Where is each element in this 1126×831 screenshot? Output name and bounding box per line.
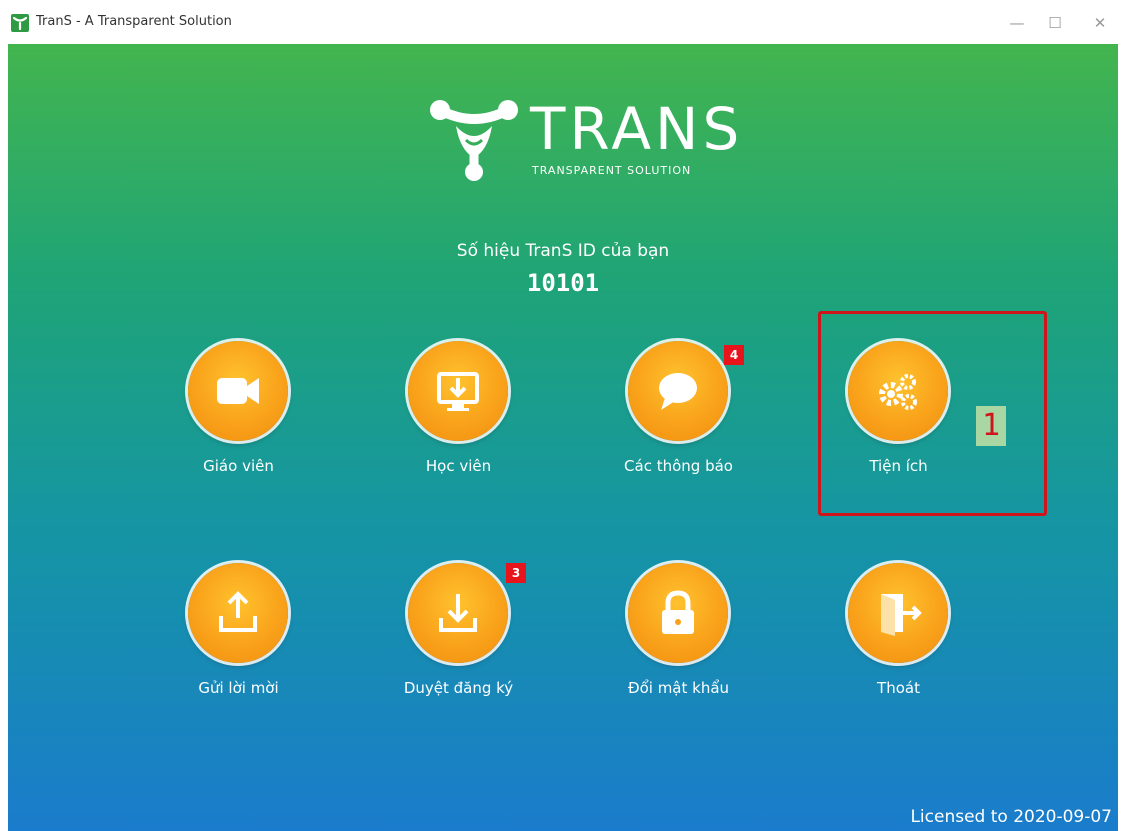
minimize-button[interactable]: —	[1002, 10, 1032, 36]
trans-logo-icon	[430, 100, 518, 181]
notifications-label: Các thông báo	[624, 457, 733, 475]
approve-registration-badge: 3	[506, 563, 526, 583]
logo-wordmark: TRANS	[530, 95, 744, 163]
upload-icon	[219, 591, 257, 632]
trans-logo: TRANS TRANSPARENT SOLUTION	[426, 96, 739, 186]
exit-label: Thoát	[877, 679, 920, 697]
trans-id-value: 10101	[526, 269, 600, 297]
send-invite-button[interactable]: Gửi lời mời	[161, 563, 321, 733]
app-logo-icon	[11, 14, 29, 32]
exit-door-icon	[881, 594, 922, 636]
notifications-button[interactable]: 4 Các thông báo	[601, 341, 761, 511]
exit-button[interactable]: Thoát	[821, 563, 981, 733]
change-password-label: Đổi mật khẩu	[627, 679, 730, 697]
teacher-label: Giáo viên	[203, 457, 274, 475]
title-bar: TranS - A Transparent Solution — ☐ ✕	[0, 0, 1126, 44]
highlight-box	[818, 311, 1047, 516]
step-number-label: 1	[976, 406, 1006, 446]
window-title: TranS - A Transparent Solution	[36, 14, 232, 29]
change-password-button[interactable]: Đổi mật khẩu	[601, 563, 761, 733]
monitor-download-icon	[437, 372, 479, 411]
student-button[interactable]: Học viên	[381, 341, 541, 511]
close-button[interactable]: ✕	[1085, 10, 1115, 36]
license-text: Licensed to 2020-09-07	[910, 807, 1112, 827]
student-label: Học viên	[425, 457, 492, 475]
download-icon	[439, 594, 477, 632]
trans-id-label: Số hiệu TranS ID của bạn	[456, 241, 670, 261]
lock-icon	[662, 590, 694, 634]
approve-registration-label: Duyệt đăng ký	[403, 679, 514, 697]
notifications-badge: 4	[724, 345, 744, 365]
logo-subtitle: TRANSPARENT SOLUTION	[532, 164, 692, 177]
chat-bubble-icon	[659, 373, 697, 410]
main-panel: TRANS TRANSPARENT SOLUTION Số hiệu TranS…	[8, 44, 1118, 831]
send-invite-label: Gửi lời mời	[198, 679, 279, 697]
teacher-button[interactable]: Giáo viên	[161, 341, 321, 511]
maximize-button[interactable]: ☐	[1040, 10, 1070, 36]
video-camera-icon	[217, 378, 259, 404]
approve-registration-button[interactable]: 3 Duyệt đăng ký	[381, 563, 541, 733]
